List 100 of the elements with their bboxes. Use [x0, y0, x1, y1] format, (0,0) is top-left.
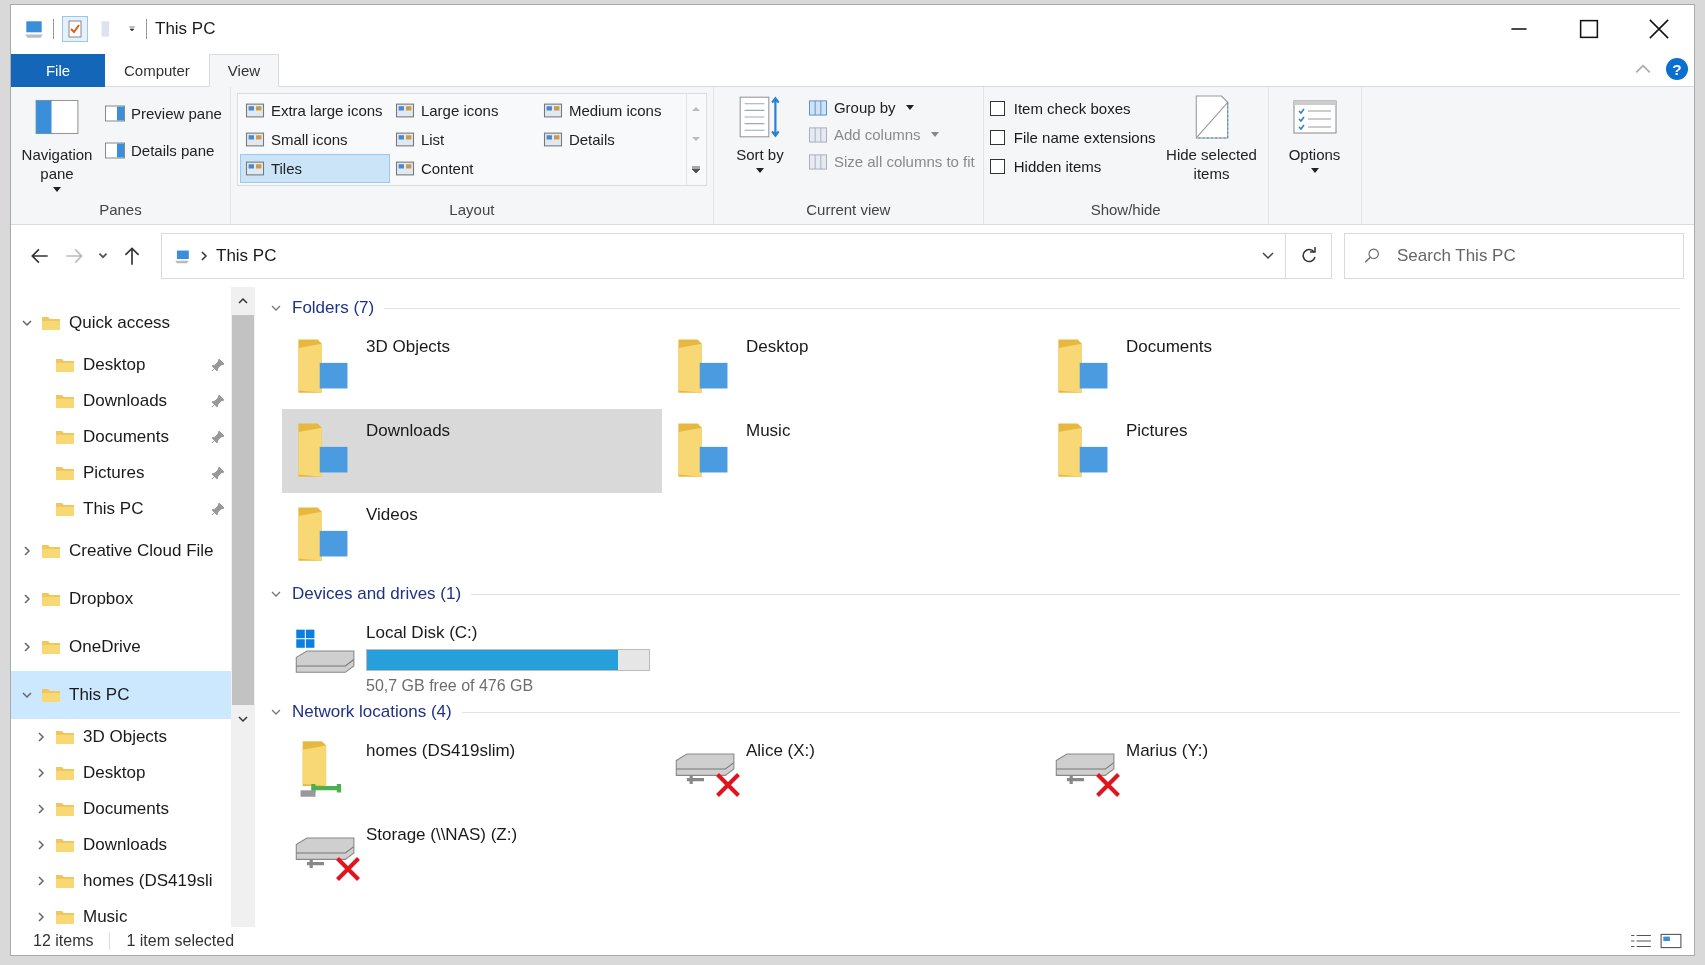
scrollbar-thumb[interactable]: [232, 315, 254, 705]
nav-item[interactable]: 3D Objects: [11, 719, 231, 755]
nav-item[interactable]: Downloads: [11, 827, 231, 863]
nav-item[interactable]: Music: [11, 899, 231, 927]
address-bar[interactable]: This PC: [161, 233, 1286, 279]
checkbox[interactable]: [989, 159, 1005, 174]
columns-icon: [807, 99, 828, 116]
group-header[interactable]: Network locations (4): [292, 702, 452, 722]
chevron-icon[interactable]: [21, 545, 33, 557]
selection-count: 1 item selected: [126, 932, 235, 950]
computer-icon[interactable]: [23, 18, 45, 40]
tile-item[interactable]: Pictures: [1042, 409, 1422, 493]
nav-item[interactable]: Creative Cloud File: [11, 527, 231, 575]
tile-item[interactable]: Alice (X:): [662, 729, 1042, 813]
nav-item[interactable]: Desktop: [11, 755, 231, 791]
tile-item[interactable]: Marius (Y:): [1042, 729, 1422, 813]
columns-icon: [807, 126, 828, 143]
pin-icon[interactable]: [211, 502, 225, 516]
tile-item[interactable]: Local Disk (C:) 50,7 GB free of 476 GB: [282, 611, 662, 695]
group-header[interactable]: Devices and drives (1): [292, 584, 462, 604]
nav-item[interactable]: Quick access: [11, 299, 231, 347]
nav-item[interactable]: This PC: [11, 491, 231, 527]
properties-icon[interactable]: [62, 16, 88, 42]
nav-item[interactable]: This PC: [11, 671, 231, 719]
ribbon-tab[interactable]: File: [11, 54, 105, 87]
tile-item[interactable]: Storage (\\NAS) (Z:): [282, 813, 662, 897]
nav-item[interactable]: Dropbox: [11, 575, 231, 623]
nav-item[interactable]: Downloads: [11, 383, 231, 419]
tile-item[interactable]: Music: [662, 409, 1042, 493]
pin-icon[interactable]: [211, 358, 225, 372]
nav-item[interactable]: homes (DS419sli: [11, 863, 231, 899]
dropdown-icon[interactable]: [1261, 251, 1275, 261]
tile-item[interactable]: Desktop: [662, 325, 1042, 409]
refresh-button[interactable]: [1286, 233, 1332, 279]
checkbox-option[interactable]: Item check boxes: [989, 97, 1156, 120]
pin-icon[interactable]: [211, 466, 225, 480]
details-pane-button[interactable]: Details pane: [103, 140, 224, 161]
chevron-icon[interactable]: [21, 689, 33, 701]
pin-icon[interactable]: [211, 430, 225, 444]
layout-option[interactable]: Medium icons: [537, 96, 684, 125]
view-icon: [542, 102, 563, 119]
layout-option[interactable]: Small icons: [239, 125, 390, 154]
chevron-icon[interactable]: [21, 641, 33, 653]
chevron-icon[interactable]: [35, 911, 47, 923]
caret-icon: [53, 187, 61, 192]
view-icon: [394, 160, 415, 177]
layout-option[interactable]: Content: [389, 154, 538, 183]
item-count: 12 items: [33, 932, 94, 950]
help-icon[interactable]: ?: [1666, 58, 1688, 80]
item-name: Music: [746, 421, 791, 441]
layout-option[interactable]: Details: [537, 125, 684, 154]
scrollbar[interactable]: [231, 287, 255, 927]
tile-item[interactable]: 3D Objects: [282, 325, 662, 409]
caret-icon: [755, 168, 764, 173]
chevron-icon[interactable]: [21, 317, 33, 329]
nav-item[interactable]: Documents: [11, 791, 231, 827]
layout-option[interactable]: Extra large icons: [239, 96, 390, 125]
item-name: Documents: [1126, 337, 1212, 357]
tiles-view-icon[interactable]: [1660, 932, 1682, 950]
nav-item[interactable]: OneDrive: [11, 623, 231, 671]
tile-item[interactable]: Documents: [1042, 325, 1422, 409]
expand-gallery-icon[interactable]: [691, 165, 702, 174]
chevron-icon[interactable]: [35, 731, 47, 743]
scroll-down-icon[interactable]: [237, 715, 249, 723]
group-header[interactable]: Folders (7): [292, 298, 375, 318]
sort-icon: [737, 95, 782, 139]
ribbon-tab[interactable]: View: [208, 54, 280, 87]
options-button[interactable]: Options: [1274, 91, 1355, 177]
nav-item[interactable]: Documents: [11, 419, 231, 455]
navigation-pane-button[interactable]: Navigation pane: [17, 91, 97, 196]
pin-icon[interactable]: [211, 394, 225, 408]
view-command[interactable]: Group by: [805, 97, 977, 118]
tile-item[interactable]: Videos: [282, 493, 662, 577]
checkbox[interactable]: [989, 101, 1005, 116]
search-field[interactable]: Search This PC: [1344, 233, 1684, 279]
preview-pane-button[interactable]: Preview pane: [103, 103, 224, 124]
item-name: Downloads: [366, 421, 451, 441]
nav-item[interactable]: Pictures: [11, 455, 231, 491]
chevron-icon[interactable]: [35, 767, 47, 779]
chevron-icon[interactable]: [35, 839, 47, 851]
chevron-icon[interactable]: [35, 803, 47, 815]
nav-item[interactable]: Desktop: [11, 347, 231, 383]
scroll-up-icon[interactable]: [237, 297, 249, 305]
chevron-icon[interactable]: [35, 875, 47, 887]
item-name: Desktop: [746, 337, 809, 357]
layout-option[interactable]: Tiles: [239, 154, 390, 183]
layout-option[interactable]: List: [389, 125, 538, 154]
group-label: Show/hide: [1089, 201, 1162, 220]
details-view-icon[interactable]: [1630, 932, 1652, 950]
search-icon: [1362, 247, 1382, 264]
hide-selected-items-button[interactable]: Hide selected items: [1161, 91, 1262, 187]
chevron-icon[interactable]: [21, 593, 33, 605]
checkbox-option[interactable]: File name extensions: [989, 126, 1156, 149]
checkbox-option[interactable]: Hidden items: [989, 155, 1156, 178]
sort-by-button[interactable]: Sort by: [719, 91, 800, 177]
ribbon-tab[interactable]: Computer: [105, 54, 209, 87]
tile-item[interactable]: homes (DS419slim): [282, 729, 662, 813]
checkbox[interactable]: [989, 130, 1005, 145]
layout-option[interactable]: Large icons: [389, 96, 538, 125]
tile-item[interactable]: Downloads: [282, 409, 662, 493]
